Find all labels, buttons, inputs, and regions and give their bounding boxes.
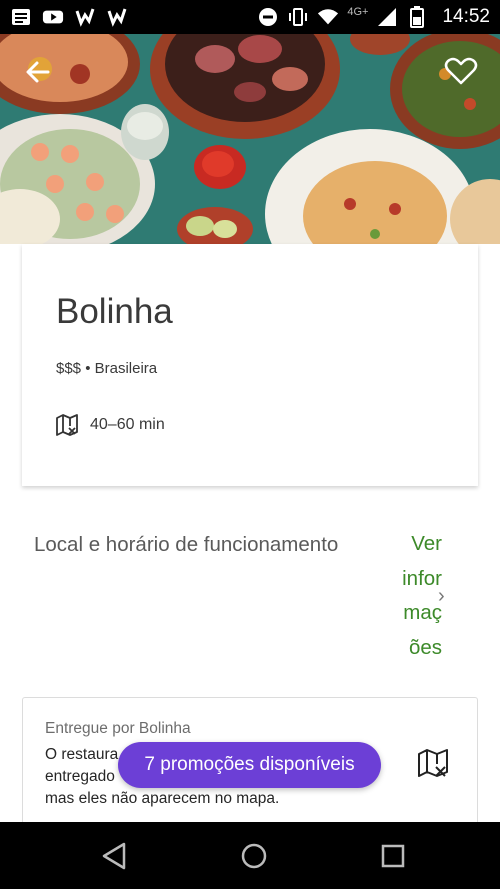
do-not-disturb-icon [257,7,279,27]
see-info-link[interactable]: Ver infor maç ões [378,527,442,665]
promotions-button[interactable]: 7 promoções disponíveis [118,742,381,788]
clock: 14:52 [442,6,490,27]
see-info-line: infor [402,566,442,590]
vibrate-icon [287,7,309,27]
nav-home-button[interactable] [239,841,269,876]
youtube-icon [42,7,64,27]
restaurant-meta: $$$ • Brasileira [56,360,158,377]
status-right-icons: 4G+ 14:52 [257,6,490,28]
delivery-header: Entregue por Bolinha [45,720,191,737]
back-triangle-icon [102,842,126,870]
nav-recents-button[interactable] [378,841,408,876]
status-left-icons [10,7,128,27]
see-info-line: Ver [411,532,442,555]
recents-square-icon [381,844,405,868]
location-hours-title: Local e horário de funcionamento [34,533,339,556]
map-icon [56,414,78,436]
check-icon [106,7,128,27]
back-button[interactable] [22,56,54,88]
signal-icon [376,7,398,27]
eta-text: 40–60 min [90,416,165,433]
favorite-button[interactable] [444,56,478,86]
nav-back-button[interactable] [100,841,128,876]
map-off-icon [418,749,448,777]
restaurant-info-card: Bolinha $$$ • Brasileira 40–60 min [22,244,478,486]
food-photo [0,34,500,244]
home-circle-icon [241,843,267,869]
see-info-line: maç [403,601,442,624]
arrow-left-icon [26,61,50,83]
restaurant-name: Bolinha [56,292,173,331]
system-nav-bar [0,822,500,889]
check-icon [74,7,96,27]
location-hours-row[interactable]: Local e horário de funcionamento Ver inf… [0,527,500,667]
hero-image [0,34,500,244]
notification-icon [10,7,32,27]
delivery-eta: 40–60 min [56,414,165,436]
see-info-line: ões [408,635,442,659]
network-type: 4G+ [347,6,369,18]
chevron-right-icon[interactable]: › [438,585,445,608]
status-bar: 4G+ 14:52 [0,0,500,34]
wifi-icon [317,7,339,27]
view-map-button[interactable] [417,748,449,785]
delivery-line: mas eles não aparecem no mapa. [45,790,280,807]
heart-outline-icon [444,57,478,85]
battery-icon [406,6,428,28]
